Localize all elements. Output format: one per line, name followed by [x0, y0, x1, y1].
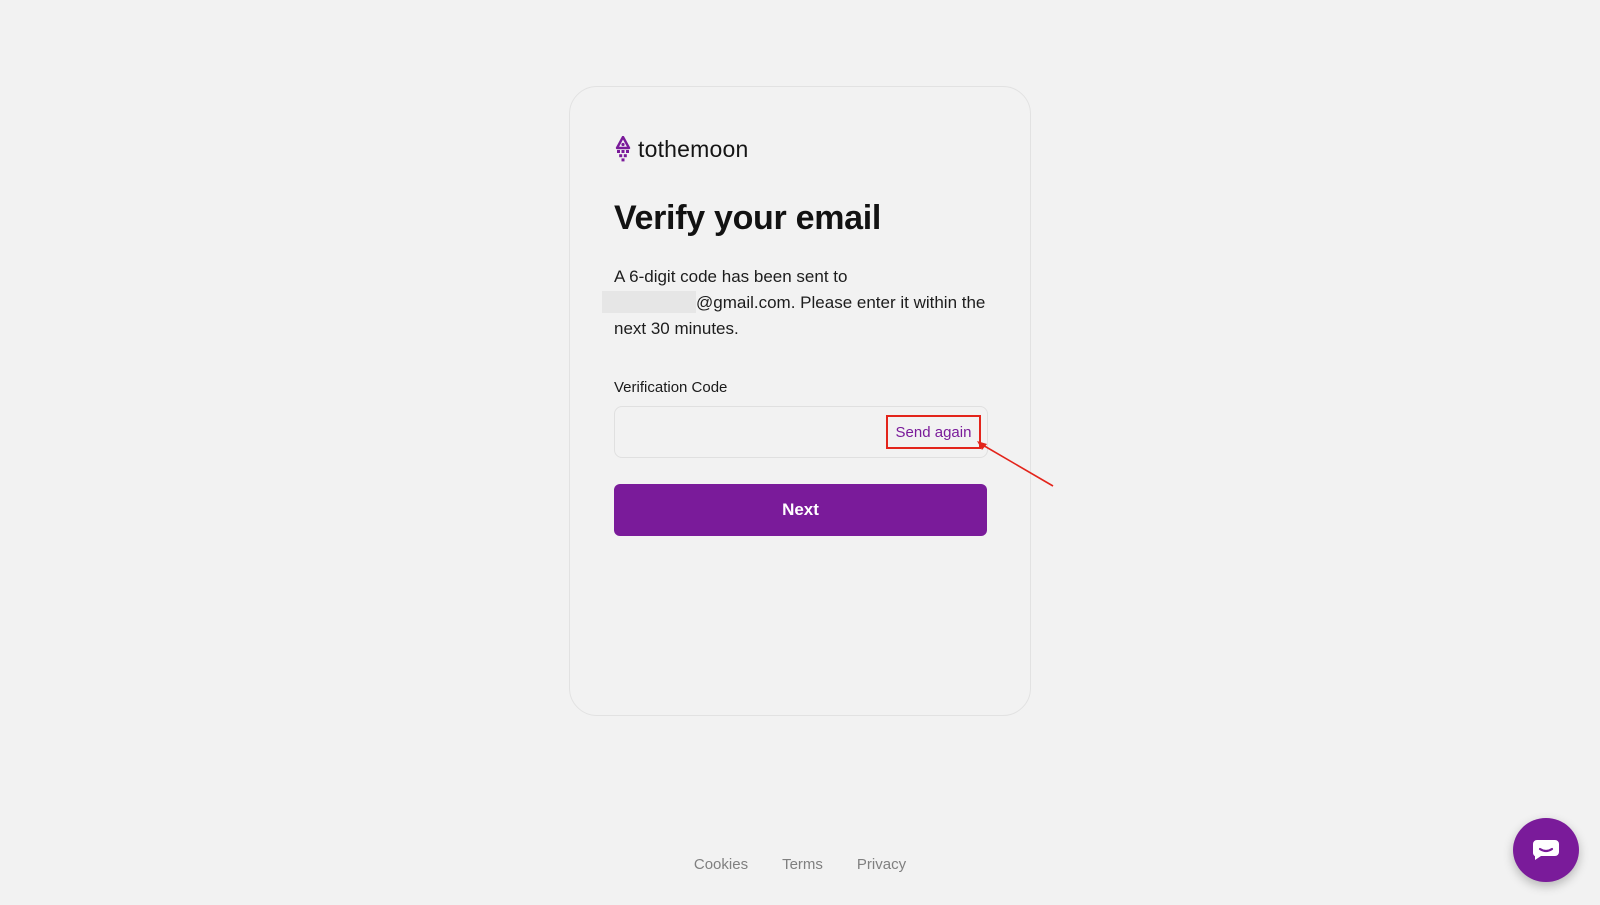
instructions-line1: A 6-digit code has been sent to [614, 267, 848, 286]
next-button[interactable]: Next [614, 484, 987, 536]
verification-code-label: Verification Code [614, 379, 728, 396]
brand-name: tothemoon [638, 135, 749, 162]
chat-icon [1532, 840, 1559, 860]
rocket-icon [615, 136, 631, 162]
footer-link-cookies[interactable]: Cookies [694, 856, 748, 873]
brand-logo: tothemoon [614, 135, 749, 163]
verification-card: tothemoon Verify your email A 6-digit co… [569, 86, 1031, 716]
footer: Cookies Terms Privacy [0, 856, 1600, 873]
annotation-arrow [977, 441, 1054, 487]
footer-link-terms[interactable]: Terms [782, 856, 823, 873]
footer-link-privacy[interactable]: Privacy [857, 856, 906, 873]
verification-code-field: Send again [614, 406, 988, 458]
verification-code-input[interactable] [615, 407, 875, 457]
page-title: Verify your email [614, 199, 882, 237]
send-again-button[interactable]: Send again [886, 415, 981, 449]
chat-launcher-button[interactable] [1513, 818, 1579, 882]
redacted-email [602, 291, 696, 313]
instructions-text: A 6-digit code has been sent to @gmail.c… [602, 264, 994, 342]
